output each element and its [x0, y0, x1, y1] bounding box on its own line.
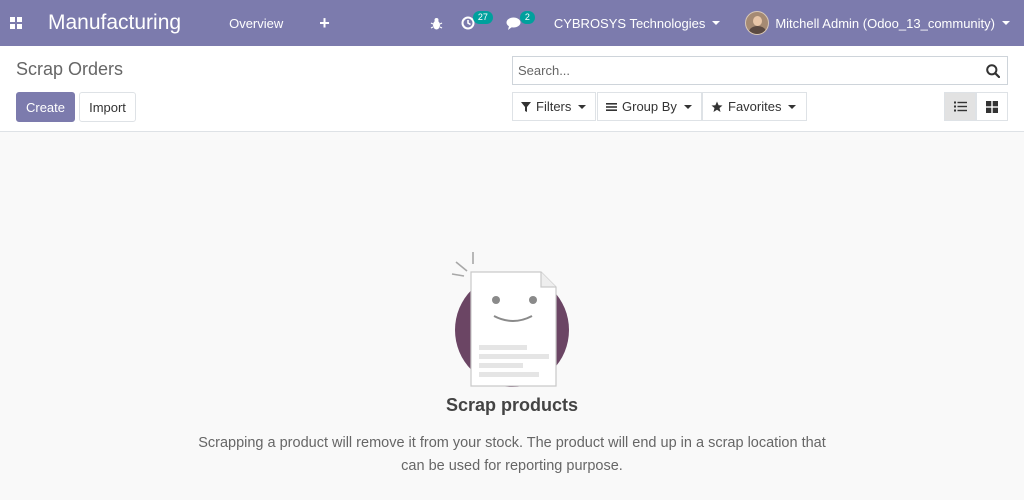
filter-funnel-icon	[521, 101, 531, 112]
company-switcher[interactable]: CYBROSYS Technologies	[545, 0, 730, 46]
apps-menu-button[interactable]	[0, 0, 32, 46]
search-icon[interactable]	[979, 63, 1007, 78]
group-by-dropdown[interactable]: Group By	[597, 92, 702, 121]
kanban-view-button[interactable]	[976, 92, 1008, 121]
search-input[interactable]	[513, 57, 979, 84]
company-caret-icon	[712, 21, 721, 25]
control-panel: Scrap Orders Create Import Filters Group…	[0, 46, 1024, 132]
favorites-label: Favorites	[728, 99, 782, 114]
systray: 27 2 CYBROSYS Technologies Mitchell Admi…	[421, 0, 1024, 46]
user-menu[interactable]: Mitchell Admin (Odoo_13_community)	[729, 0, 1024, 46]
apps-grid-icon	[10, 17, 22, 29]
activity-count-badge: 27	[472, 11, 493, 24]
message-count-badge: 2	[519, 11, 535, 24]
list-lines-icon	[606, 102, 617, 112]
empty-state-text: Scrapping a product will remove it from …	[198, 435, 826, 474]
chat-bubble-icon	[506, 17, 521, 30]
app-name[interactable]: Manufacturing	[48, 11, 181, 35]
filters-dropdown[interactable]: Filters	[512, 92, 596, 121]
create-button[interactable]: Create	[16, 92, 75, 122]
filters-caret-icon	[578, 104, 587, 109]
list-view-icon	[953, 101, 967, 112]
page-title: Scrap Orders	[16, 59, 124, 79]
new-record-button[interactable]: +	[319, 13, 330, 34]
filters-label: Filters	[536, 99, 572, 114]
company-name: CYBROSYS Technologies	[553, 15, 706, 31]
user-caret-icon	[1002, 21, 1010, 25]
import-button[interactable]: Import	[79, 92, 136, 122]
overview-menu[interactable]: Overview	[229, 16, 283, 31]
top-navbar: Manufacturing Overview + 27 2 CYBROSYS T…	[0, 0, 1024, 46]
debug-button[interactable]	[421, 0, 452, 46]
activities-button[interactable]: 27	[452, 0, 497, 46]
list-view-button[interactable]	[944, 92, 976, 121]
favorites-caret-icon	[788, 104, 797, 109]
messages-button[interactable]: 2	[497, 0, 545, 46]
avatar	[745, 11, 770, 35]
bug-icon	[430, 17, 443, 29]
smiling-document-icon	[451, 252, 569, 387]
user-name: Mitchell Admin (Odoo_13_community)	[775, 15, 995, 31]
star-icon	[711, 101, 723, 113]
kanban-view-icon	[986, 100, 998, 113]
group-by-caret-icon	[683, 104, 692, 109]
favorites-dropdown[interactable]: Favorites	[702, 92, 807, 121]
empty-state-title: Scrap products	[445, 395, 579, 415]
group-by-label: Group By	[622, 99, 677, 114]
search-bar	[512, 56, 1008, 85]
